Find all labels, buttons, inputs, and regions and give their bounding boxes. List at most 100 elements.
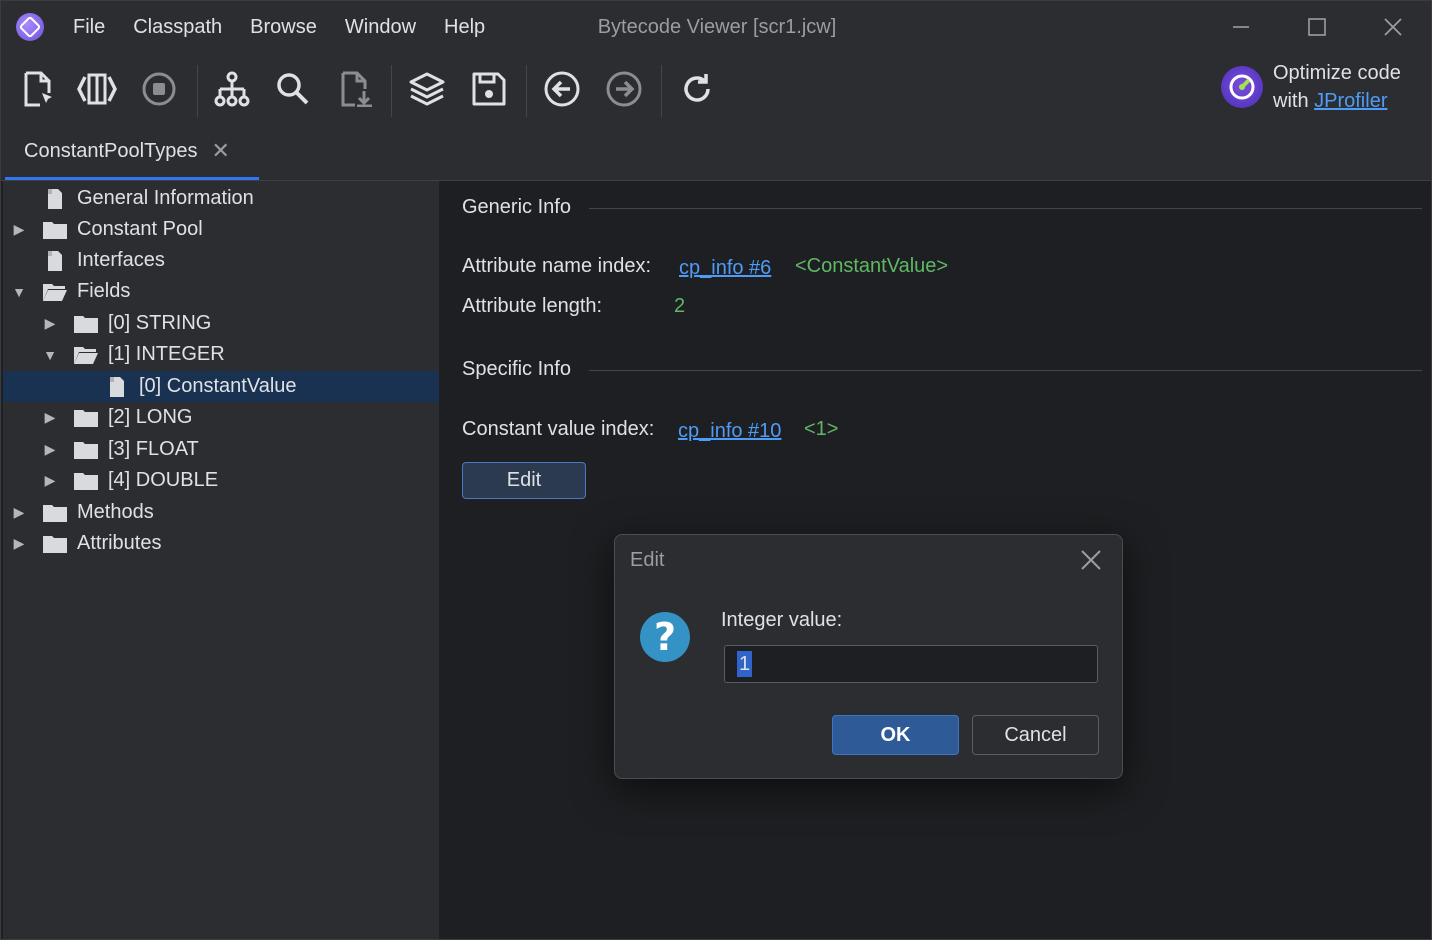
- tree-item-label: General Information: [77, 187, 254, 209]
- tree-item-label: [0] ConstantValue: [139, 375, 297, 397]
- folder-icon: [74, 409, 98, 427]
- toolbar-separator: [661, 65, 662, 117]
- minimize-button[interactable]: [1203, 1, 1279, 53]
- attribute-name-cp-link[interactable]: cp_info #6: [679, 257, 771, 280]
- expand-arrow-icon[interactable]: ▶: [12, 535, 26, 551]
- section-divider: [589, 370, 1422, 371]
- dialog-close-button[interactable]: [1078, 547, 1104, 573]
- folder-icon: [74, 315, 98, 333]
- toolbar: Optimize code with JProfiler: [1, 53, 1431, 125]
- folder-icon: [43, 221, 67, 239]
- integer-value-input[interactable]: 1: [724, 645, 1098, 683]
- layers-icon: [409, 72, 445, 106]
- tree-item-field-long[interactable]: ▶ [2] LONG: [3, 402, 439, 433]
- class-structure-tree: General Information ▶ Constant Pool Inte…: [3, 181, 439, 939]
- tree-item-label: Constant Pool: [77, 218, 203, 240]
- tree-item-label: Methods: [77, 501, 154, 523]
- maximize-icon: [1308, 18, 1326, 36]
- expand-arrow-icon[interactable]: ▶: [43, 409, 57, 425]
- expand-arrow-icon[interactable]: ▶: [12, 221, 26, 237]
- tree-item-label: Interfaces: [77, 249, 165, 271]
- generic-info-title: Generic Info: [462, 196, 571, 218]
- tree-item-field-integer[interactable]: ▼ [1] INTEGER: [3, 339, 439, 370]
- jprofiler-logo-icon: [1221, 66, 1263, 108]
- hierarchy-icon: [214, 71, 250, 107]
- folder-icon: [74, 441, 98, 459]
- folder-open-icon: [74, 346, 98, 364]
- menu-help[interactable]: Help: [430, 1, 499, 53]
- dialog-title: Edit: [630, 549, 665, 571]
- promo-line: Optimize code: [1273, 62, 1401, 84]
- tree-item-fields[interactable]: ▼ Fields: [3, 276, 439, 307]
- tree-item-constantvalue[interactable]: [0] ConstantValue: [3, 371, 439, 402]
- tree-item-interfaces[interactable]: Interfaces: [3, 245, 439, 276]
- tree-item-label: Attributes: [77, 532, 162, 554]
- file-icon: [48, 188, 62, 209]
- menu-classpath[interactable]: Classpath: [119, 1, 236, 53]
- search-icon: [277, 73, 309, 105]
- save-icon: [472, 72, 506, 106]
- attribute-length-label: Attribute length:: [462, 295, 603, 317]
- tree-item-attributes[interactable]: ▶ Attributes: [3, 528, 439, 559]
- constant-value-cp-link[interactable]: cp_info #10: [678, 420, 781, 443]
- collapse-arrow-icon[interactable]: ▼: [43, 347, 57, 363]
- edit-dialog: Edit ? Integer value: 1 OK Cancel: [614, 534, 1123, 779]
- maximize-button[interactable]: [1279, 1, 1355, 53]
- edit-button[interactable]: Edit: [462, 462, 586, 499]
- tree-item-label: [4] DOUBLE: [108, 469, 219, 491]
- tree-item-field-float[interactable]: ▶ [3] FLOAT: [3, 434, 439, 465]
- tree-item-methods[interactable]: ▶ Methods: [3, 497, 439, 528]
- attribute-length-value: 2: [674, 295, 686, 317]
- tab-label: ConstantPoolTypes: [24, 139, 198, 162]
- minimize-icon: [1233, 26, 1249, 28]
- ok-button[interactable]: OK: [832, 715, 959, 755]
- close-icon: [1081, 550, 1101, 570]
- tree-item-label: [0] STRING: [108, 312, 212, 334]
- folder-icon: [74, 472, 98, 490]
- compile-icon: [77, 73, 117, 105]
- refresh-icon: [684, 74, 710, 102]
- stop-button[interactable]: [137, 67, 181, 111]
- tree-item-field-double[interactable]: ▶ [4] DOUBLE: [3, 465, 439, 496]
- tree-item-label: [1] INTEGER: [108, 343, 225, 365]
- expand-arrow-icon[interactable]: ▶: [43, 441, 57, 457]
- layers-button[interactable]: [405, 67, 449, 111]
- export-button[interactable]: [333, 67, 377, 111]
- search-button[interactable]: [271, 67, 315, 111]
- folder-open-icon: [43, 283, 67, 301]
- tree-item-general-information[interactable]: General Information: [3, 183, 439, 214]
- tree-item-field-string[interactable]: ▶ [0] STRING: [3, 308, 439, 339]
- expand-arrow-icon[interactable]: ▶: [12, 504, 26, 520]
- integer-value-label: Integer value:: [721, 609, 843, 631]
- close-window-button[interactable]: [1355, 1, 1431, 53]
- menu-window[interactable]: Window: [331, 1, 430, 53]
- tab-constantpooltypes[interactable]: ConstantPoolTypes ✕: [5, 125, 259, 180]
- toolbar-separator: [391, 65, 392, 117]
- promo-text: Optimize code with JProfiler: [1273, 59, 1401, 115]
- file-icon: [110, 376, 124, 397]
- save-button[interactable]: [467, 67, 511, 111]
- open-file-button[interactable]: [16, 67, 60, 111]
- input-selected-text: 1: [737, 651, 753, 677]
- cancel-button[interactable]: Cancel: [972, 715, 1099, 755]
- collapse-arrow-icon[interactable]: ▼: [12, 284, 26, 300]
- jprofiler-link[interactable]: JProfiler: [1314, 90, 1387, 112]
- back-button[interactable]: [540, 67, 584, 111]
- tree-item-label: [2] LONG: [108, 406, 193, 428]
- tree-item-constant-pool[interactable]: ▶ Constant Pool: [3, 214, 439, 245]
- expand-arrow-icon[interactable]: ▶: [43, 315, 57, 331]
- app-logo-icon: [16, 13, 44, 41]
- hierarchy-button[interactable]: [210, 67, 254, 111]
- menu-bar: File Classpath Browse Window Help: [59, 1, 499, 53]
- stop-icon: [142, 72, 176, 106]
- file-icon: [48, 250, 62, 271]
- compile-button[interactable]: [75, 67, 119, 111]
- menu-browse[interactable]: Browse: [236, 1, 331, 53]
- tab-close-icon[interactable]: ✕: [211, 138, 229, 164]
- toolbar-separator: [197, 65, 198, 117]
- expand-arrow-icon[interactable]: ▶: [43, 472, 57, 488]
- refresh-button[interactable]: [675, 67, 719, 111]
- forward-icon: [606, 71, 642, 107]
- menu-file[interactable]: File: [59, 1, 119, 53]
- forward-button[interactable]: [602, 67, 646, 111]
